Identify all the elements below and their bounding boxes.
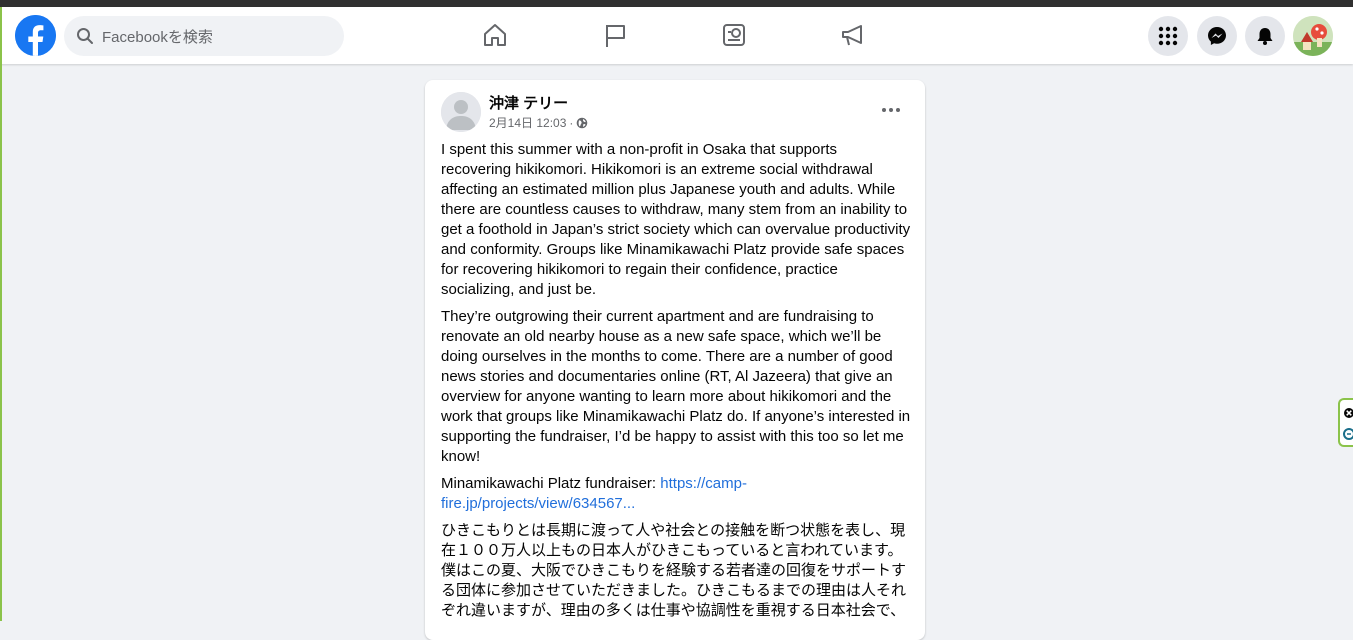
flag-icon[interactable] (600, 20, 630, 50)
author-avatar[interactable] (441, 92, 481, 132)
facebook-logo-icon[interactable] (15, 15, 56, 56)
menu-grid-icon[interactable] (1148, 16, 1188, 56)
search-input[interactable] (100, 16, 334, 58)
post-paragraph: I spent this summer with a non-profit in… (441, 141, 911, 298)
post-paragraph-japanese: ひきこもりとは長期に渡って人や社会との接触を断つ状態を表し、現在１００万人以上も… (441, 522, 907, 619)
post-more-options-icon[interactable] (877, 98, 905, 122)
post-author-name[interactable]: 沖津 テリー (489, 92, 568, 113)
fundraiser-label: Minamikawachi Platz fundraiser: (441, 475, 661, 492)
post-card: 沖津 テリー 2月14日 12:03 · I spent this summer… (425, 80, 925, 640)
page-left-accent-line (0, 7, 2, 621)
top-navigation-bar (0, 7, 1353, 64)
search-icon (77, 28, 93, 44)
globe-icon (577, 117, 588, 128)
post-meta: 2月14日 12:03 · (489, 114, 588, 131)
home-icon[interactable] (480, 20, 510, 50)
browser-top-strip (0, 0, 1353, 7)
post-timestamp[interactable]: 2月14日 12:03 (489, 114, 566, 131)
messenger-icon[interactable] (1197, 16, 1237, 56)
ad-center-icon[interactable] (719, 20, 749, 50)
megaphone-icon[interactable] (838, 20, 868, 50)
post-paragraph: They’re outgrowing their current apartme… (441, 308, 911, 465)
post-body: I spent this summer with a non-profit in… (441, 140, 911, 628)
fundraiser-line: Minamikawachi Platz fundraiser: https://… (441, 474, 911, 514)
search-box[interactable] (64, 16, 344, 58)
meta-separator: · (569, 115, 574, 130)
profile-avatar[interactable] (1293, 16, 1333, 56)
side-extension-tab[interactable] (1338, 398, 1353, 447)
notifications-bell-icon[interactable] (1245, 16, 1285, 56)
